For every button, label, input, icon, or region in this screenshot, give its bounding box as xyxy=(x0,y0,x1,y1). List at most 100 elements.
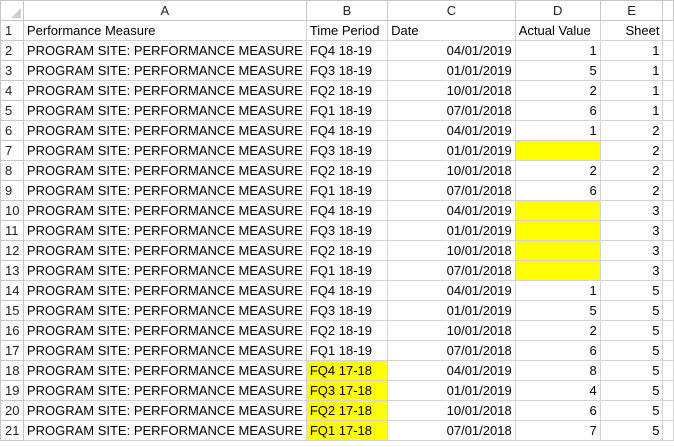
cell-date[interactable]: 07/01/2018 xyxy=(387,100,516,121)
row-header[interactable]: 1 xyxy=(0,20,24,41)
cell-performance-measure[interactable]: PROGRAM SITE: PERFORMANCE MEASURE xyxy=(22,120,307,141)
cell-sheet[interactable]: 1 xyxy=(599,40,664,61)
cell-performance-measure[interactable]: PROGRAM SITE: PERFORMANCE MEASURE xyxy=(22,160,307,181)
cell-time-period[interactable]: Time Period xyxy=(305,20,389,41)
cell-date[interactable]: 04/01/2019 xyxy=(387,360,516,381)
cell-sheet[interactable]: 2 xyxy=(599,120,664,141)
cell-empty[interactable] xyxy=(662,300,674,321)
cell-empty[interactable] xyxy=(662,20,674,41)
cell-actual-value[interactable] xyxy=(514,240,601,261)
row-header[interactable]: 7 xyxy=(0,140,24,161)
cell-time-period[interactable]: FQ2 18-19 xyxy=(305,160,389,181)
cell-time-period[interactable]: FQ4 18-19 xyxy=(305,40,389,61)
row-header[interactable]: 18 xyxy=(0,360,24,381)
cell-empty[interactable] xyxy=(662,40,674,61)
row-header[interactable]: 21 xyxy=(0,420,24,441)
cell-performance-measure[interactable]: PROGRAM SITE: PERFORMANCE MEASURE xyxy=(22,400,307,421)
cell-time-period[interactable]: FQ3 18-19 xyxy=(305,220,389,241)
cell-actual-value[interactable]: 5 xyxy=(514,60,601,81)
cell-date[interactable]: 10/01/2018 xyxy=(387,320,516,341)
cell-performance-measure[interactable]: PROGRAM SITE: PERFORMANCE MEASURE xyxy=(22,340,307,361)
cell-empty[interactable] xyxy=(662,260,674,281)
cell-actual-value[interactable]: 6 xyxy=(514,180,601,201)
cell-date[interactable]: 04/01/2019 xyxy=(387,280,516,301)
cell-empty[interactable] xyxy=(662,220,674,241)
cell-performance-measure[interactable]: PROGRAM SITE: PERFORMANCE MEASURE xyxy=(22,420,307,441)
row-header[interactable]: 20 xyxy=(0,400,24,421)
column-header-e[interactable]: E xyxy=(599,0,664,21)
cell-actual-value[interactable]: 1 xyxy=(514,120,601,141)
cell-actual-value[interactable]: 6 xyxy=(514,340,601,361)
cell-time-period[interactable]: FQ1 18-19 xyxy=(305,340,389,361)
cell-time-period[interactable]: FQ1 18-19 xyxy=(305,260,389,281)
cell-empty[interactable] xyxy=(662,380,674,401)
cell-time-period[interactable]: FQ3 18-19 xyxy=(305,60,389,81)
row-header[interactable]: 16 xyxy=(0,320,24,341)
cell-sheet[interactable]: 1 xyxy=(599,60,664,81)
cell-empty[interactable] xyxy=(662,320,674,341)
cell-performance-measure[interactable]: PROGRAM SITE: PERFORMANCE MEASURE xyxy=(22,80,307,101)
column-header-b[interactable]: B xyxy=(305,0,389,21)
cell-actual-value[interactable]: 7 xyxy=(514,420,601,441)
column-header-c[interactable]: C xyxy=(387,0,516,21)
cell-time-period[interactable]: FQ3 18-19 xyxy=(305,300,389,321)
cell-performance-measure[interactable]: PROGRAM SITE: PERFORMANCE MEASURE xyxy=(22,140,307,161)
cell-performance-measure[interactable]: PROGRAM SITE: PERFORMANCE MEASURE xyxy=(22,280,307,301)
cell-date[interactable]: 01/01/2019 xyxy=(387,220,516,241)
cell-date[interactable]: Date xyxy=(387,20,516,41)
cell-empty[interactable] xyxy=(662,120,674,141)
cell-performance-measure[interactable]: PROGRAM SITE: PERFORMANCE MEASURE xyxy=(22,40,307,61)
row-header[interactable]: 13 xyxy=(0,260,24,281)
cell-time-period[interactable]: FQ4 18-19 xyxy=(305,280,389,301)
cell-sheet[interactable]: 5 xyxy=(599,360,664,381)
cell-actual-value[interactable]: Actual Value xyxy=(514,20,601,41)
cell-actual-value[interactable]: 2 xyxy=(514,160,601,181)
cell-date[interactable]: 07/01/2018 xyxy=(387,340,516,361)
cell-actual-value[interactable]: 6 xyxy=(514,400,601,421)
row-header[interactable]: 10 xyxy=(0,200,24,221)
cell-date[interactable]: 04/01/2019 xyxy=(387,120,516,141)
row-header[interactable]: 9 xyxy=(0,180,24,201)
cell-sheet[interactable]: 5 xyxy=(599,340,664,361)
row-header[interactable]: 17 xyxy=(0,340,24,361)
cell-sheet[interactable]: Sheet xyxy=(599,20,664,41)
row-header[interactable]: 6 xyxy=(0,120,24,141)
cell-date[interactable]: 10/01/2018 xyxy=(387,240,516,261)
cell-performance-measure[interactable]: PROGRAM SITE: PERFORMANCE MEASURE xyxy=(22,220,307,241)
cell-time-period[interactable]: FQ3 17-18 xyxy=(305,380,389,401)
row-header[interactable]: 2 xyxy=(0,40,24,61)
cell-empty[interactable] xyxy=(662,280,674,301)
cell-actual-value[interactable]: 5 xyxy=(514,300,601,321)
cell-empty[interactable] xyxy=(662,180,674,201)
cell-empty[interactable] xyxy=(662,400,674,421)
column-header-a[interactable]: A xyxy=(22,0,307,21)
cell-empty[interactable] xyxy=(662,100,674,121)
row-header[interactable]: 19 xyxy=(0,380,24,401)
row-header[interactable]: 14 xyxy=(0,280,24,301)
cell-actual-value[interactable]: 2 xyxy=(514,80,601,101)
row-header[interactable]: 15 xyxy=(0,300,24,321)
cell-performance-measure[interactable]: PROGRAM SITE: PERFORMANCE MEASURE xyxy=(22,60,307,81)
cell-actual-value[interactable] xyxy=(514,200,601,221)
cell-sheet[interactable]: 1 xyxy=(599,100,664,121)
cell-time-period[interactable]: FQ1 17-18 xyxy=(305,420,389,441)
row-header[interactable]: 3 xyxy=(0,60,24,81)
cell-date[interactable]: 01/01/2019 xyxy=(387,380,516,401)
cell-time-period[interactable]: FQ4 18-19 xyxy=(305,120,389,141)
cell-sheet[interactable]: 5 xyxy=(599,280,664,301)
cell-time-period[interactable]: FQ4 17-18 xyxy=(305,360,389,381)
cell-empty[interactable] xyxy=(662,240,674,261)
cell-time-period[interactable]: FQ2 18-19 xyxy=(305,320,389,341)
cell-date[interactable]: 10/01/2018 xyxy=(387,160,516,181)
cell-actual-value[interactable]: 6 xyxy=(514,100,601,121)
cell-performance-measure[interactable]: Performance Measure xyxy=(22,20,307,41)
cell-sheet[interactable]: 3 xyxy=(599,240,664,261)
cell-empty[interactable] xyxy=(662,60,674,81)
row-header[interactable]: 12 xyxy=(0,240,24,261)
row-header[interactable]: 5 xyxy=(0,100,24,121)
cell-date[interactable]: 01/01/2019 xyxy=(387,60,516,81)
cell-actual-value[interactable]: 2 xyxy=(514,320,601,341)
cell-performance-measure[interactable]: PROGRAM SITE: PERFORMANCE MEASURE xyxy=(22,360,307,381)
cell-time-period[interactable]: FQ2 17-18 xyxy=(305,400,389,421)
cell-actual-value[interactable]: 8 xyxy=(514,360,601,381)
